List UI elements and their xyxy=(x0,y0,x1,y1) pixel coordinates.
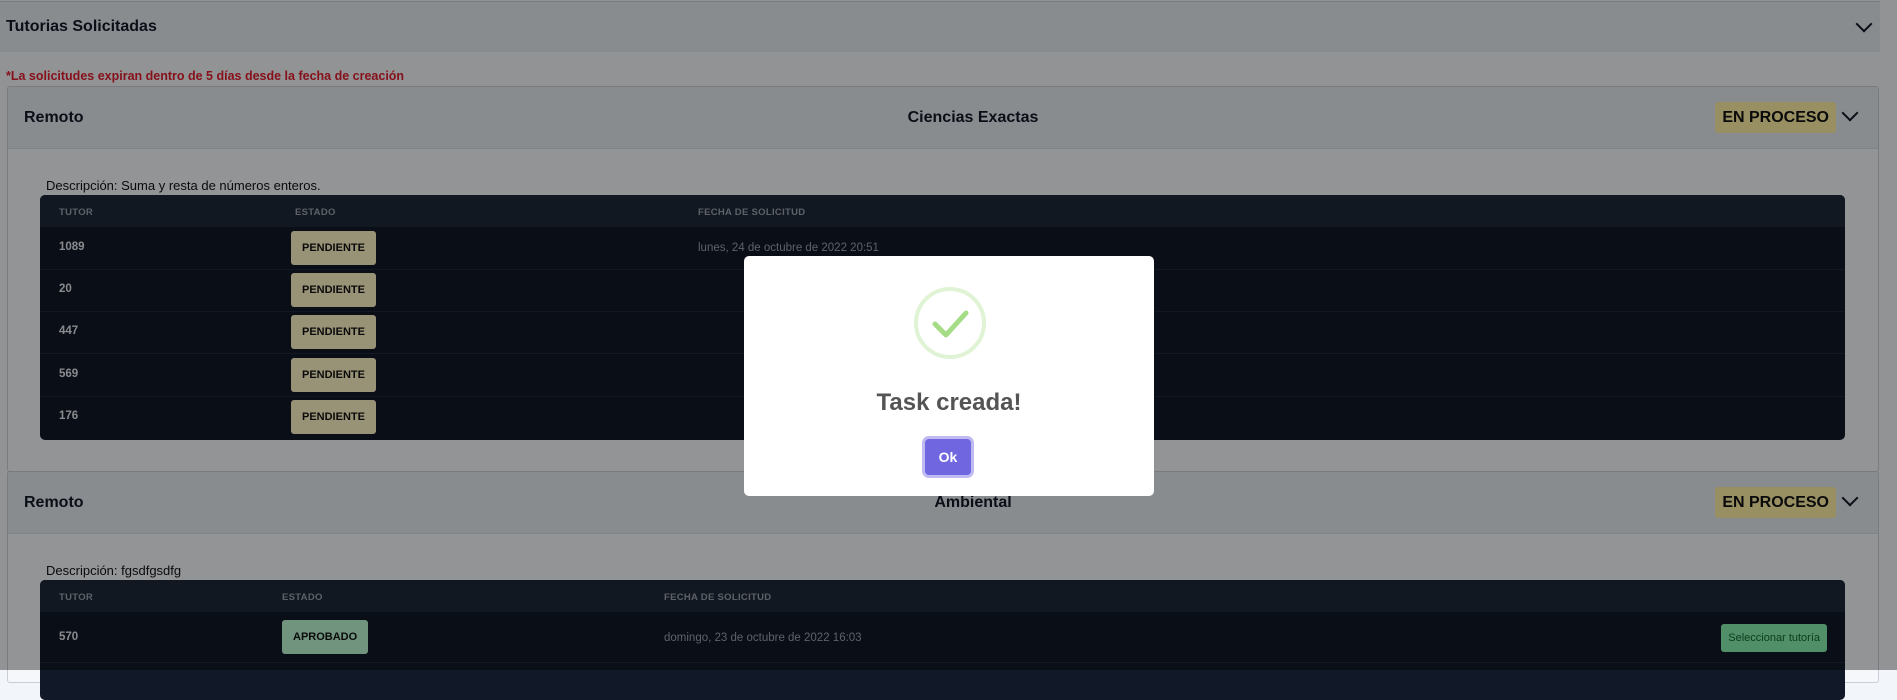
page: Tutorias Solicitadas *La solicitudes exp… xyxy=(0,0,1897,700)
ok-button[interactable]: Ok xyxy=(925,439,971,475)
success-dialog: Task creada! Ok xyxy=(744,256,1154,496)
dialog-title: Task creada! xyxy=(876,389,1022,416)
check-circle-icon xyxy=(914,287,986,359)
